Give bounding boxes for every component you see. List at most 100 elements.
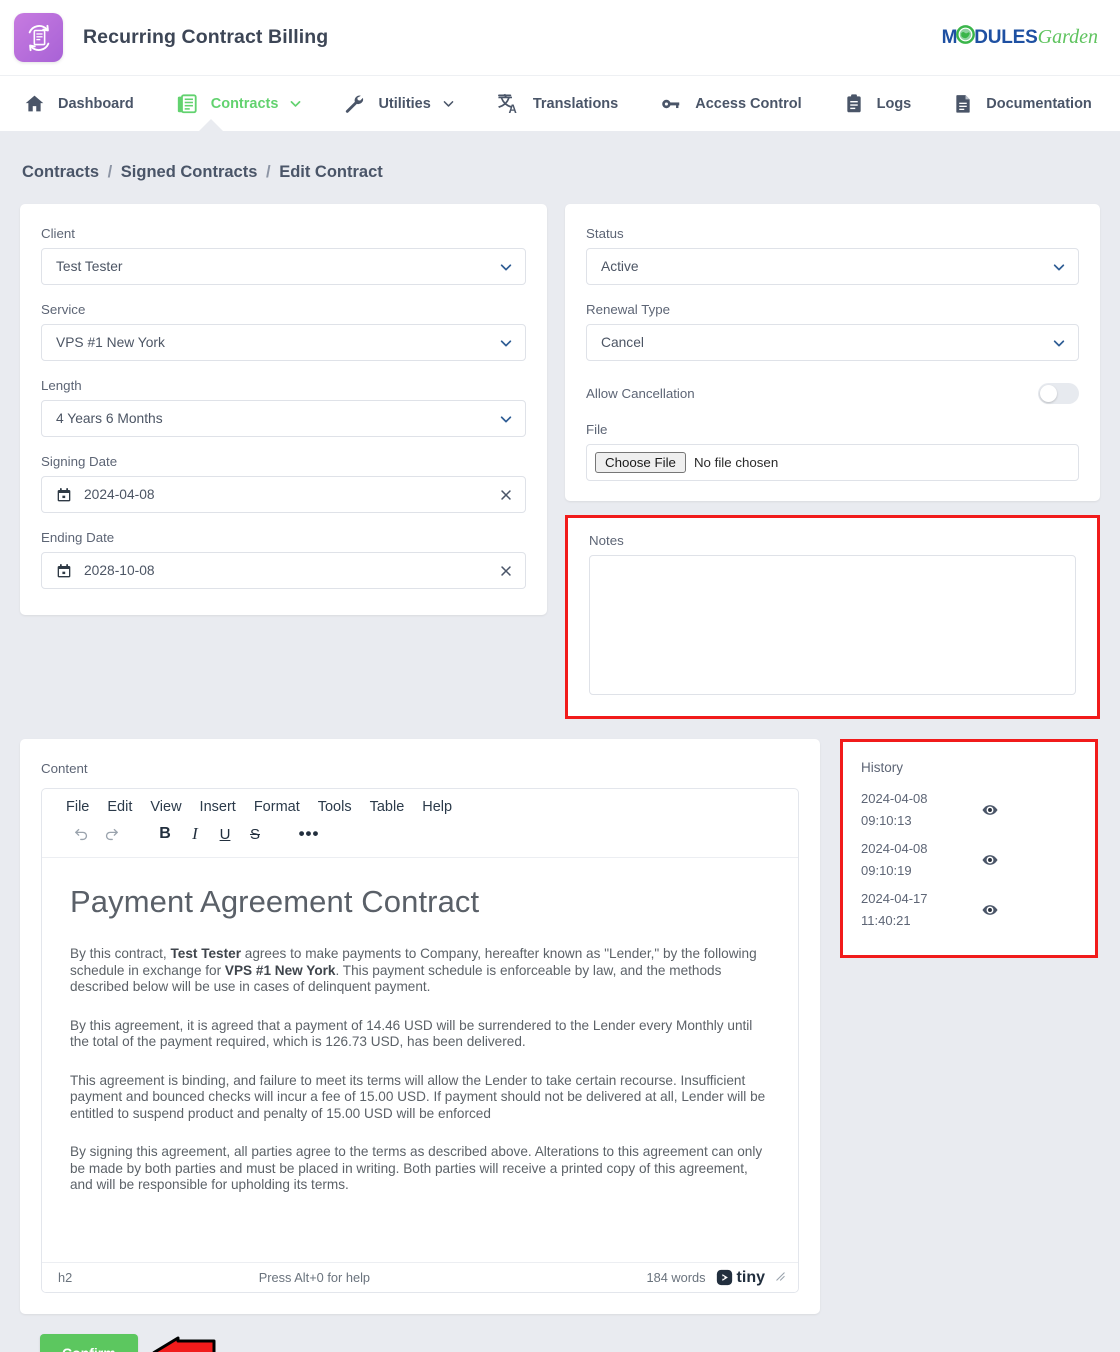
tinymce-logo[interactable]: tiny [716,1269,765,1287]
menu-table[interactable]: Table [370,799,405,815]
chevron-down-icon[interactable] [289,97,302,110]
length-select[interactable]: 4 Years 6 Months [41,400,526,437]
contract-settings-panel: Status Active Renewal Type Cancel Allow … [565,204,1100,501]
ending-date-input[interactable]: 2028-10-08 [41,552,526,589]
choose-file-button[interactable]: Choose File [595,452,686,473]
form-footer: Confirm [20,1314,1100,1352]
history-time: 09:10:13 [861,813,912,828]
service-select[interactable]: VPS #1 New York [41,324,526,361]
eye-icon[interactable] [981,901,999,919]
chevron-down-icon[interactable] [499,412,513,426]
confirm-button[interactable]: Confirm [40,1334,138,1352]
brand-text-garden: Garden [1037,26,1098,48]
menu-tools[interactable]: Tools [318,799,352,815]
nav-item-logs[interactable]: Logs [834,76,922,132]
document-paragraph-3: This agreement is binding, and failure t… [70,1072,766,1121]
chevron-down-icon[interactable] [499,336,513,350]
nav-item-dashboard[interactable]: Dashboard [14,76,144,132]
redo-icon[interactable] [96,820,126,848]
nav-item-contracts[interactable]: Contracts [166,76,313,132]
menu-help[interactable]: Help [422,799,452,815]
document-paragraph-4: By signing this agreement, all parties a… [70,1144,763,1192]
label-client: Client [41,226,75,241]
globe-icon [956,25,976,50]
renewal-type-select[interactable]: Cancel [586,324,1079,361]
document-paragraph-1: By this contract, Test Tester agrees to … [70,946,757,994]
notes-panel-highlight: Notes [565,515,1100,719]
label-signing-date: Signing Date [41,454,118,469]
history-date: 2024-04-08 [861,791,928,806]
tinymce-wordmark: tiny [736,1268,765,1286]
bold-button[interactable]: B [150,820,180,848]
element-path[interactable]: h2 [58,1270,72,1285]
italic-button[interactable]: I [180,820,210,848]
signing-date-input[interactable]: 2024-04-08 [41,476,526,513]
resize-handle-icon[interactable] [775,1271,786,1285]
recurring-contract-icon [14,13,63,62]
eye-icon[interactable] [981,851,999,869]
status-select[interactable]: Active [586,248,1079,285]
breadcrumb-separator: / [107,163,113,181]
label-allow-cancellation: Allow Cancellation [586,385,695,401]
nav-label-logs: Logs [876,95,912,112]
eye-icon[interactable] [981,801,999,819]
history-date: 2024-04-08 [861,841,928,856]
content-panel: Content File Edit View Insert Format Too… [20,739,820,1314]
chevron-down-icon[interactable] [1052,336,1066,350]
history-time: 09:10:19 [861,863,912,878]
chevron-down-icon[interactable] [1052,260,1066,274]
strikethrough-button[interactable]: S [240,820,270,848]
history-panel: History 2024-04-08 09:10:13 2024-04-08 0… [840,739,1098,958]
menu-insert[interactable]: Insert [200,799,236,815]
underline-button[interactable]: U [210,820,240,848]
undo-icon[interactable] [66,820,96,848]
breadcrumb-signed-contracts[interactable]: Signed Contracts [121,163,258,181]
clear-icon[interactable] [499,564,513,578]
breadcrumb-contracts[interactable]: Contracts [22,163,99,181]
nav-label-documentation: Documentation [986,95,1092,112]
page-content: Contracts / Signed Contracts / Edit Cont… [0,131,1120,1352]
file-input-wrapper[interactable]: Choose File No file chosen [586,444,1079,481]
nav-label-dashboard: Dashboard [58,95,134,112]
service-value: VPS #1 New York [56,335,165,350]
chevron-down-icon[interactable] [442,97,455,110]
app-header: Recurring Contract Billing M DULES Garde… [0,0,1120,75]
contracts-icon [176,93,198,115]
editor-body[interactable]: Payment Agreement Contract By this contr… [42,858,798,1262]
field-signing-date: Signing Date 2024-04-08 [41,454,526,513]
contract-details-panel: Client Test Tester Service VPS #1 New Yo… [20,204,547,615]
nav-label-utilities: Utilities [378,95,431,112]
nav-item-translations[interactable]: 文 A Translations [487,76,628,132]
client-select[interactable]: Test Tester [41,248,526,285]
modulesgarden-logo: M DULES Garden [942,25,1098,50]
menu-edit[interactable]: Edit [107,799,132,815]
page-title: Recurring Contract Billing [83,26,329,48]
label-notes: Notes [589,533,624,548]
menu-file[interactable]: File [66,799,89,815]
nav-item-documentation[interactable]: Documentation [943,76,1102,132]
nav-item-access-control[interactable]: Access Control [650,76,811,132]
client-value: Test Tester [56,259,123,274]
chevron-down-icon[interactable] [499,260,513,274]
clipboard-icon [844,93,864,114]
field-file: File Choose File No file chosen [586,422,1079,481]
allow-cancellation-toggle[interactable] [1038,382,1079,404]
field-ending-date: Ending Date 2028-10-08 [41,530,526,589]
history-row: 2024-04-08 09:10:13 [861,785,1077,835]
breadcrumb-separator: / [266,163,271,181]
field-length: Length 4 Years 6 Months [41,378,526,437]
notes-textarea[interactable] [589,555,1076,695]
clear-icon[interactable] [499,488,513,502]
more-options-button[interactable]: ••• [294,820,324,848]
main-navigation: Dashboard Contracts Utilities 文 A Transl… [0,75,1120,132]
document-paragraph-2: By this agreement, it is agreed that a p… [70,1017,753,1050]
brand-text-dules: DULES [974,26,1038,48]
menu-format[interactable]: Format [254,799,300,815]
history-timestamp: 2024-04-17 11:40:21 [861,888,981,932]
signing-date-value: 2024-04-08 [84,487,155,502]
label-renewal-type: Renewal Type [586,302,671,317]
menu-view[interactable]: View [150,799,181,815]
key-icon [660,93,682,115]
nav-item-utilities[interactable]: Utilities [334,76,464,132]
editor-toolbar: B I U S ••• [42,818,798,858]
